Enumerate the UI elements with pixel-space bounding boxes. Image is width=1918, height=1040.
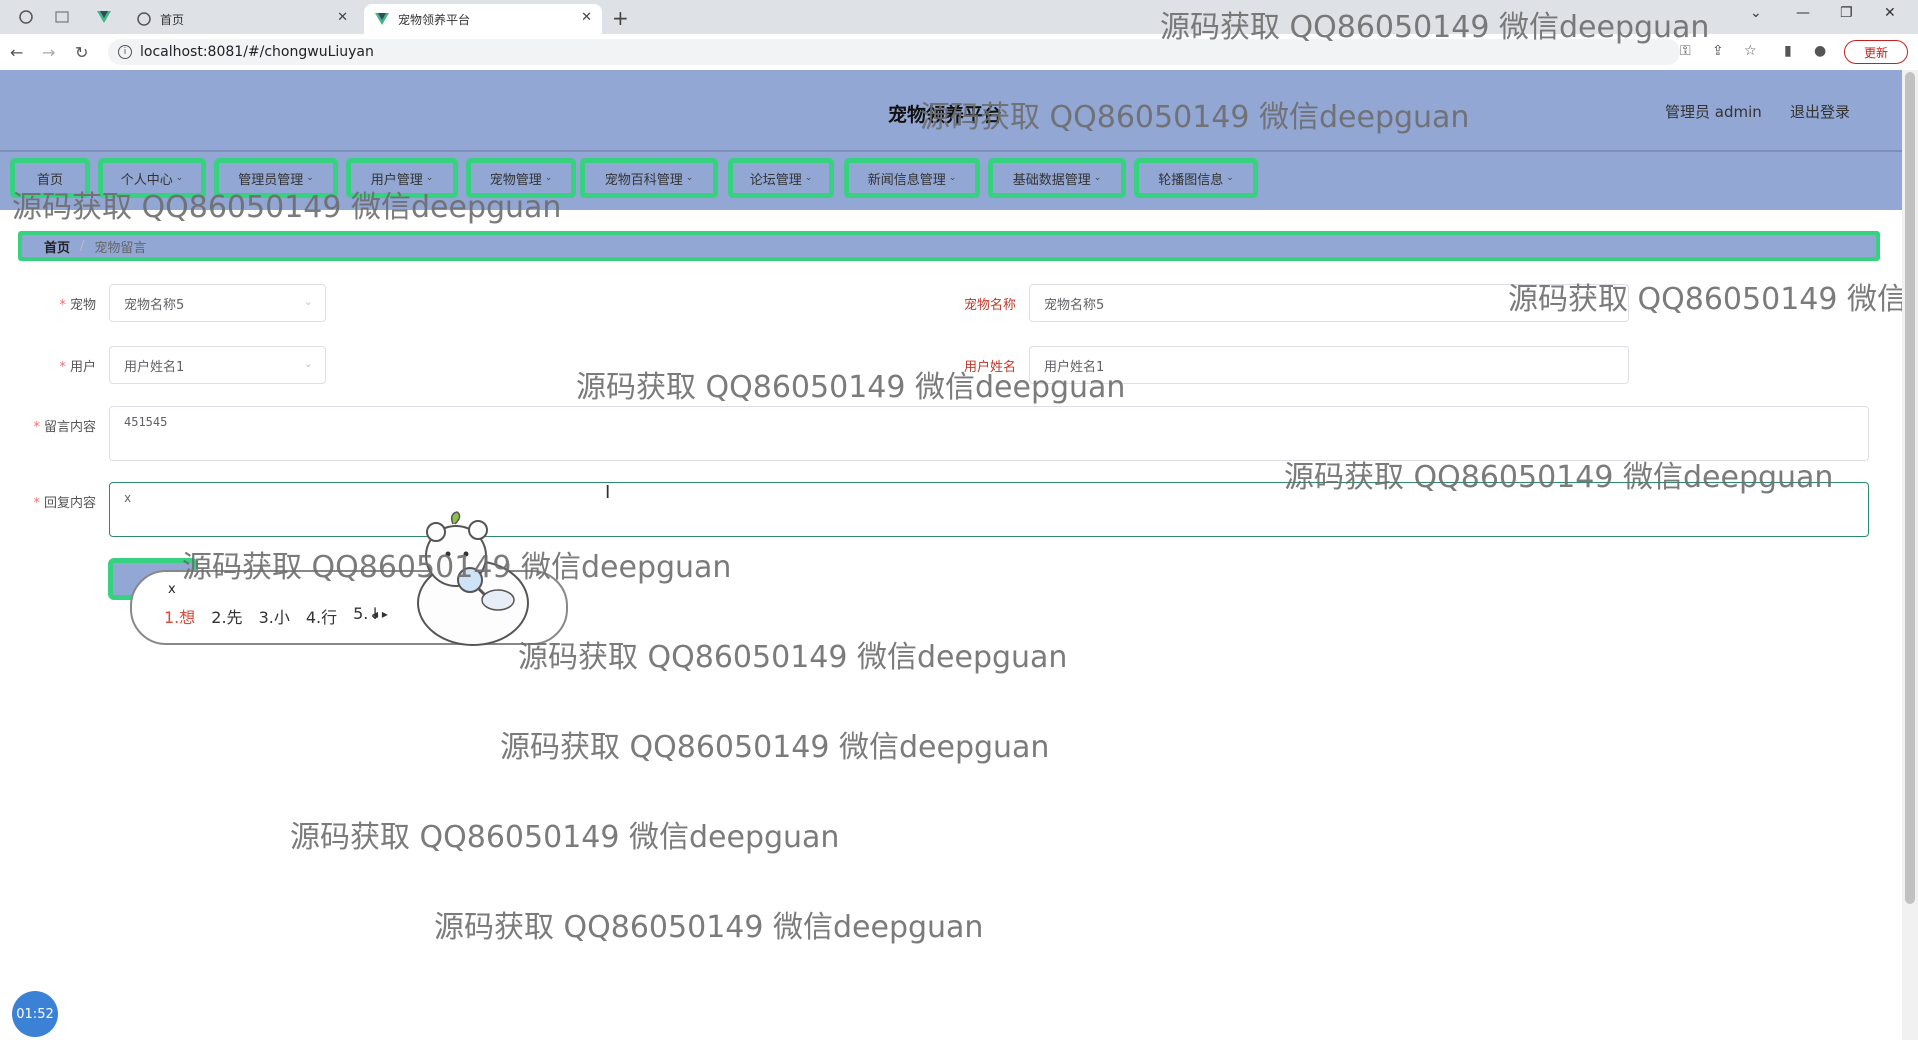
scrollbar-thumb[interactable] [1905,72,1915,904]
chevron-down-icon: ⌄ [685,173,694,183]
restore-icon[interactable]: ❐ [1840,5,1853,21]
globe-icon[interactable] [18,9,34,25]
tab-title: 首页 [160,12,185,27]
globe-icon [136,11,152,27]
star-icon[interactable]: ☆ [1744,43,1757,59]
chevron-down-icon: ⌄ [948,173,957,183]
page-icon[interactable] [54,9,70,25]
breadcrumb-home[interactable]: 首页 [44,237,70,256]
watermark: 源码获取 QQ86050149 微信deepguan [576,370,1126,405]
watermark: 源码获取 QQ86050149 微信deepguan [1284,460,1834,495]
ime-candidate-list: 1.想 2.先 3.小 4.行 5.↓ [164,604,382,628]
watermark: 源码获取 QQ86050149 微信deepguan [920,100,1470,135]
watermark: 源码获取 QQ86050149 微信deepguan [1508,282,1918,317]
logout-link[interactable]: 退出登录 [1790,101,1850,122]
tab-home[interactable]: 首页 ✕ [126,4,358,34]
share-icon[interactable]: ⇪ [1712,43,1724,59]
ime-page-arrows-icon[interactable]: ◂ ▸ [372,607,388,621]
watermark: 源码获取 QQ86050149 微信deepguan [290,820,840,855]
pet-name-value: 宠物名称5 [1044,297,1105,313]
menu-label: 宠物百科管理 [604,172,683,188]
current-user: 管理员 admin [1665,103,1762,121]
pet-select-value: 宠物名称5 [124,297,185,313]
menu-item-forum[interactable]: 论坛管理 ⌄ [728,158,834,198]
sidepanel-icon[interactable]: ▮ [1784,43,1792,59]
menu-label: 基础数据管理 [1012,172,1091,188]
menu-label: 论坛管理 [749,172,802,188]
pet-label: * 宠物 [59,298,96,313]
menu-label: 轮播图信息 [1158,172,1224,188]
minimize-icon[interactable]: — [1796,5,1810,21]
watermark: 源码获取 QQ86050149 微信deepguan [500,730,1050,765]
watermark: 源码获取 QQ86050149 微信deepguan [518,640,1068,675]
text-cursor-icon: I [605,482,611,503]
menu-label: 新闻信息管理 [867,172,946,188]
page-scrollbar[interactable] [1902,70,1918,1040]
watermark: 源码获取 QQ86050149 微信deepguan [12,190,562,225]
close-window-icon[interactable]: ✕ [1884,5,1896,21]
user-select-value: 用户姓名1 [124,359,185,375]
menu-item-news[interactable]: 新闻信息管理 ⌄ [844,158,980,198]
new-tab-icon[interactable]: + [612,6,629,30]
message-label: * 留言内容 [33,420,96,435]
ime-typed-text: x [168,582,176,597]
tab-pet-platform[interactable]: 宠物领养平台 ✕ [364,4,602,34]
menu-item-pet-wiki[interactable]: 宠物百科管理 ⌄ [580,158,718,198]
vue-icon [374,11,390,27]
chevron-down-icon: ⌄ [303,357,313,370]
profile-icon[interactable]: ● [1814,43,1826,59]
watermark: 源码获取 QQ86050149 微信deepguan [434,910,984,945]
back-icon[interactable]: ← [10,43,23,62]
chevron-down-icon: ⌄ [303,295,313,308]
menu-item-base-data[interactable]: 基础数据管理 ⌄ [988,158,1126,198]
chevron-down-icon: ⌄ [804,173,813,183]
recording-timer: 01:52 [12,991,58,1037]
pet-name-label: 宠物名称 [963,298,1016,313]
reload-icon[interactable]: ↻ [75,43,88,62]
tab-title: 宠物领养平台 [398,12,471,27]
vue-icon[interactable] [96,9,112,25]
watermark: 源码获取 QQ86050149 微信deepguan [1160,10,1710,45]
info-icon[interactable]: i [118,45,132,59]
breadcrumb-current: 宠物留言 [94,240,147,256]
pet-select[interactable]: 宠物名称5 ⌄ [109,284,326,322]
ime-candidate[interactable]: 1.想 [164,604,195,628]
forward-icon[interactable]: → [42,43,55,62]
chevron-down-icon[interactable]: ⌄ [1750,5,1762,21]
breadcrumb-separator: / [80,238,85,254]
user-label: * 用户 [59,360,96,375]
chevron-down-icon: ⌄ [1093,173,1102,183]
chevron-down-icon: ⌄ [1226,173,1234,183]
reply-label: * 回复内容 [33,496,96,511]
watermark: 源码获取 QQ86050149 微信deepguan [182,550,732,585]
ime-candidate[interactable]: 3.小 [259,604,290,628]
user-select[interactable]: 用户姓名1 ⌄ [109,346,326,384]
url-text: localhost:8081/#/chongwuLiuyan [140,44,374,60]
close-icon[interactable]: ✕ [581,10,592,25]
ime-candidate[interactable]: 2.先 [211,604,242,628]
update-button[interactable]: 更新 [1844,40,1908,64]
menu-item-carousel[interactable]: 轮播图信息 ⌄ [1134,158,1258,198]
close-icon[interactable]: ✕ [337,10,348,25]
ime-candidate[interactable]: 4.行 [306,604,337,628]
breadcrumb: 首页 / 宠物留言 [18,231,1880,261]
